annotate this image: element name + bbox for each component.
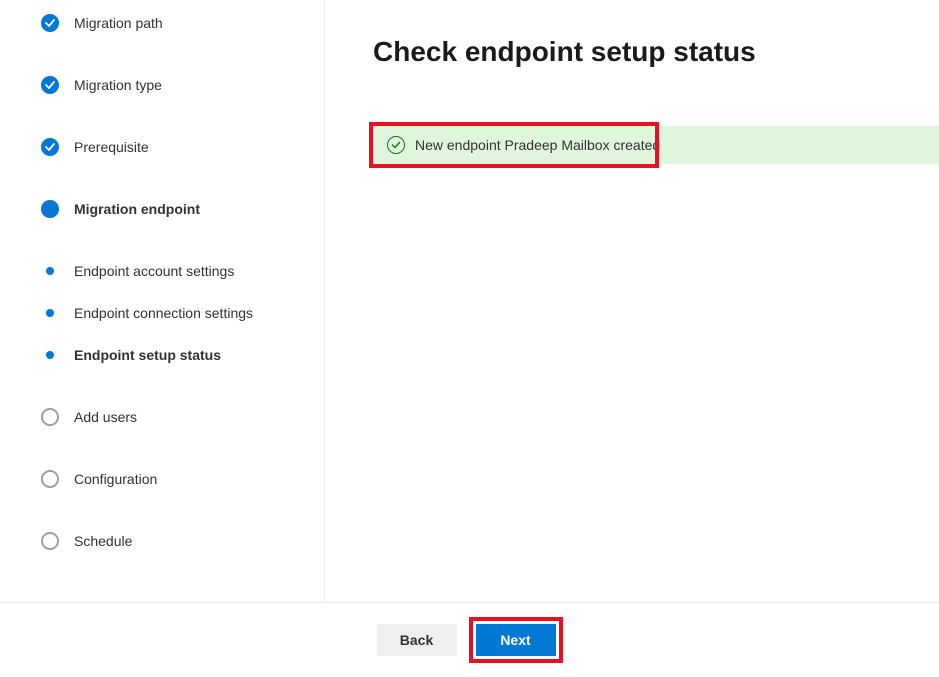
checkmark-icon [41, 76, 59, 94]
checkmark-icon [41, 14, 59, 32]
step-endpoint-setup-status[interactable]: Endpoint setup status [40, 346, 300, 408]
substep-dot-icon [46, 309, 54, 317]
step-label: Add users [74, 408, 137, 425]
status-banner: New endpoint Pradeep Mailbox created [373, 126, 939, 164]
step-label: Migration path [74, 14, 163, 31]
step-migration-endpoint[interactable]: Migration endpoint [40, 200, 300, 262]
step-label: Configuration [74, 470, 157, 487]
step-endpoint-connection-settings[interactable]: Endpoint connection settings [40, 304, 300, 346]
page-title: Check endpoint setup status [373, 36, 939, 68]
next-button[interactable]: Next [476, 624, 556, 656]
back-button[interactable]: Back [377, 624, 457, 656]
step-configuration[interactable]: Configuration [40, 470, 300, 532]
checkmark-icon [41, 138, 59, 156]
step-label: Migration endpoint [74, 200, 200, 217]
step-migration-type[interactable]: Migration type [40, 76, 300, 138]
success-check-icon [387, 136, 405, 154]
step-label: Prerequisite [74, 138, 149, 155]
current-step-icon [41, 200, 59, 218]
step-add-users[interactable]: Add users [40, 408, 300, 470]
annotation-highlight: Next [469, 617, 563, 663]
step-label: Endpoint connection settings [74, 304, 253, 321]
step-migration-path[interactable]: Migration path [40, 14, 300, 76]
upcoming-step-icon [41, 470, 59, 488]
step-prerequisite[interactable]: Prerequisite [40, 138, 300, 200]
substep-dot-icon [46, 267, 54, 275]
step-label: Endpoint setup status [74, 346, 221, 363]
step-label: Endpoint account settings [74, 262, 234, 279]
substep-dot-icon [46, 351, 54, 359]
main-content: Check endpoint setup status New endpoint… [325, 0, 939, 602]
step-endpoint-account-settings[interactable]: Endpoint account settings [40, 262, 300, 304]
wizard-steps-sidebar: Migration path Migration type [0, 0, 325, 602]
step-label: Migration type [74, 76, 162, 93]
wizard-footer: Back Next [0, 602, 939, 677]
upcoming-step-icon [41, 408, 59, 426]
status-message: New endpoint Pradeep Mailbox created [415, 137, 660, 153]
step-label: Schedule [74, 532, 132, 549]
upcoming-step-icon [41, 532, 59, 550]
step-schedule[interactable]: Schedule [40, 532, 300, 560]
